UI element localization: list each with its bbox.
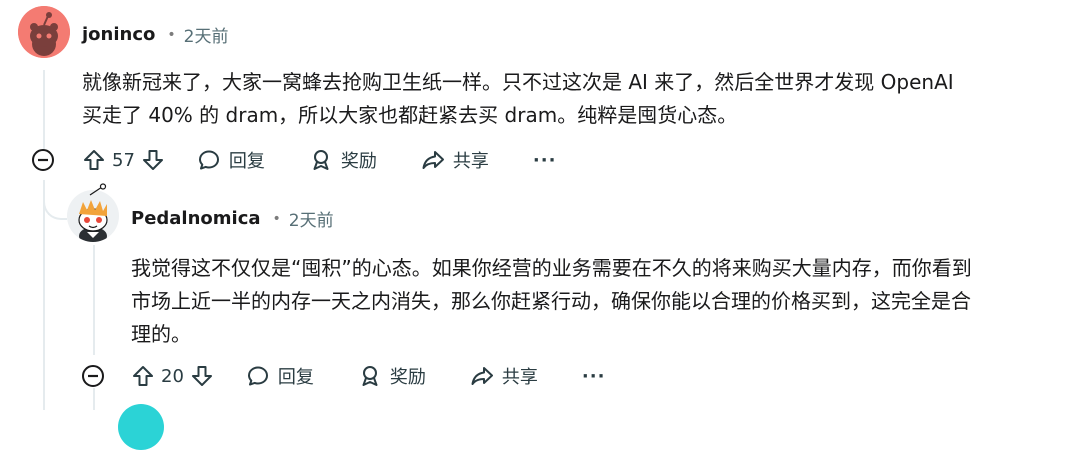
- comment-line: 我觉得这不仅仅是“囤积”的心态。如果你经营的业务需要在不久的将来购买大量内存，而…: [131, 256, 972, 280]
- separator-dot: •: [167, 26, 176, 43]
- author-name[interactable]: Pedalnomica: [131, 208, 261, 229]
- collapse-icon: [32, 149, 54, 171]
- upvote-icon: [133, 366, 153, 386]
- thread-elbow: [43, 180, 67, 220]
- share-label: 共享: [501, 367, 538, 388]
- comment-meta: Pedalnomica • 2天前: [131, 206, 334, 231]
- share-label: 共享: [452, 151, 489, 172]
- share-icon: [422, 151, 444, 169]
- comment-line: 市场上近一半的内存一天之内消失，那么你赶紧行动，确保你能以合理的价格买到，这完全…: [131, 289, 971, 313]
- downvote-icon: [142, 150, 163, 170]
- avatar[interactable]: [18, 6, 70, 58]
- collapse-button[interactable]: [31, 148, 55, 176]
- award-icon: [362, 366, 378, 386]
- more-options-button[interactable]: ···: [533, 150, 557, 171]
- comment-meta: joninco • 2天前: [82, 22, 228, 47]
- award-label: 奖励: [340, 151, 377, 172]
- snoo-avatar-icon: [18, 6, 70, 58]
- share-button[interactable]: 共享: [421, 147, 489, 173]
- share-button[interactable]: 共享: [470, 363, 538, 389]
- reply-label: 回复: [277, 367, 314, 388]
- thread-line: [43, 70, 45, 150]
- award-label: 奖励: [389, 367, 426, 388]
- collapse-icon: [82, 365, 104, 387]
- timestamp[interactable]: 2天前: [289, 206, 334, 231]
- downvote-button[interactable]: [141, 148, 165, 172]
- next-comment-avatar[interactable]: [118, 404, 164, 450]
- award-icon: [313, 150, 329, 170]
- vote-count: 20: [161, 365, 184, 387]
- thread-line: [43, 180, 45, 410]
- downvote-button[interactable]: [190, 364, 214, 388]
- timestamp[interactable]: 2天前: [184, 22, 229, 47]
- reply-icon: [198, 150, 219, 170]
- comment-line: 买走了 40% 的 dram，所以大家也都赶紧去买 dram。纯粹是囤货心态。: [82, 103, 738, 127]
- reply-button[interactable]: 回复: [246, 363, 314, 389]
- comment-actions: 57 回复 奖励 共享 ···: [82, 142, 556, 178]
- reply-button[interactable]: 回复: [197, 147, 265, 173]
- comment-body: 我觉得这不仅仅是“囤积”的心态。如果你经营的业务需要在不久的将来购买大量内存，而…: [131, 252, 1051, 351]
- separator-dot: •: [272, 210, 281, 227]
- more-icon: ···: [532, 149, 557, 171]
- upvote-button[interactable]: [82, 148, 106, 172]
- downvote-icon: [191, 366, 212, 386]
- collapse-button[interactable]: [81, 364, 105, 392]
- thread-line: [93, 245, 95, 355]
- upvote-button[interactable]: [131, 364, 155, 388]
- vote-count: 57: [112, 149, 135, 171]
- comment-line: 就像新冠来了，大家一窝蜂去抢购卫生纸一样。只不过这次是 AI 来了，然后全世界才…: [82, 70, 954, 94]
- award-button[interactable]: 奖励: [358, 363, 426, 389]
- reply-label: 回复: [228, 151, 265, 172]
- comment-line: 理的。: [131, 322, 191, 346]
- comment-actions: 20 回复 奖励 共享 ···: [131, 358, 605, 394]
- more-icon: ···: [581, 365, 606, 387]
- snoo-avatar-icon: [67, 190, 119, 242]
- share-icon: [471, 367, 493, 385]
- more-options-button[interactable]: ···: [582, 366, 606, 387]
- reply-icon: [247, 366, 268, 386]
- comment-body: 就像新冠来了，大家一窝蜂去抢购卫生纸一样。只不过这次是 AI 来了，然后全世界才…: [82, 66, 1042, 132]
- avatar[interactable]: [67, 190, 119, 242]
- antenna-icon: [89, 183, 107, 196]
- author-name[interactable]: joninco: [82, 24, 155, 45]
- award-button[interactable]: 奖励: [309, 147, 377, 173]
- upvote-icon: [84, 150, 104, 170]
